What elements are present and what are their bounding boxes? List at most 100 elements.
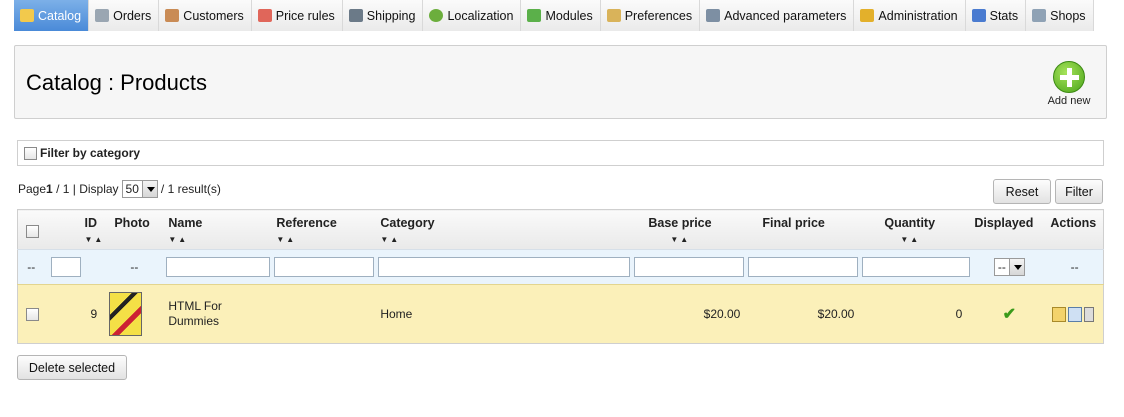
tab-stats[interactable]: Stats [965,0,1027,31]
bar-chart-icon [971,9,986,22]
tab-label: Orders [113,8,152,23]
row-category: Home [376,284,633,344]
tab-price-rules[interactable]: Price rules [251,0,343,31]
tab-label: Shipping [366,8,416,23]
tab-shipping[interactable]: Shipping [342,0,424,31]
row-quantity: 0 [860,284,973,344]
person-icon [165,9,180,22]
col-name[interactable]: Name ▼▲ [164,209,273,250]
row-checkbox[interactable] [26,308,39,322]
row-name: HTML For Dummies [164,284,273,344]
tab-label: Administration [878,8,958,23]
row-reference [272,284,377,344]
tab-modules[interactable]: Modules [521,0,601,31]
col-final-price[interactable]: Final price [746,209,861,250]
col-base-price[interactable]: Base price ▼▲ [632,209,747,250]
actions-filter-dash: -- [1046,249,1104,285]
row-final-price: $20.00 [746,284,861,344]
sort-arrows-icon[interactable]: ▼▲ [276,235,376,245]
display-value: 50 [125,182,139,196]
duplicate-icon[interactable] [1068,306,1083,322]
display-select[interactable]: 50 [121,180,158,198]
col-base-price-label: Base price [648,216,712,230]
base-price-filter-input[interactable] [634,257,745,277]
sort-arrows-icon[interactable]: ▼▲ [648,235,746,245]
edit-icon[interactable] [1052,306,1067,322]
add-new-button[interactable]: Add new [1044,61,1094,107]
sort-arrows-icon[interactable]: ▼▲ [884,235,972,245]
col-name-label: Name [168,216,203,230]
col-actions-label: Actions [1050,216,1097,230]
globe-icon [429,9,444,22]
page-title: Catalog : Products [26,70,207,95]
page-number: 1 [46,182,53,196]
displayed-filter-value: -- [997,260,1006,274]
quantity-filter-input[interactable] [862,257,971,277]
reset-button[interactable]: Reset [993,179,1051,204]
tab-preferences[interactable]: Preferences [600,0,701,31]
tab-administration[interactable]: Administration [854,0,966,31]
add-icon [1053,61,1085,93]
delete-selected-button[interactable]: Delete selected [17,355,127,380]
tab-customers[interactable]: Customers [159,0,252,31]
sort-arrows-icon[interactable]: ▼▲ [168,235,272,245]
col-id[interactable]: ID ▼▲ [44,209,105,250]
page-total: / 1 | Display [56,182,119,196]
filter-by-category-checkbox[interactable] [24,146,37,160]
tab-shops[interactable]: Shops [1026,0,1094,31]
displayed-filter-select[interactable]: -- [993,258,1025,276]
reference-filter-input[interactable] [274,257,375,277]
col-displayed-label: Displayed [974,216,1034,230]
page-label: Page [18,182,47,196]
tab-localization[interactable]: Localization [423,0,522,31]
filter-by-category-label: Filter by category [40,146,141,160]
final-price-filter-input[interactable] [748,257,859,277]
tab-label: Stats [989,8,1019,23]
tab-label: Customers [183,8,244,23]
wrench-icon [706,9,721,22]
col-reference-label: Reference [276,216,337,230]
main-tabs: Catalog Orders Customers Price rules Shi… [14,0,1094,31]
page-header: Catalog : Products Add new [14,45,1107,119]
col-category[interactable]: Category ▼▲ [376,209,633,250]
col-id-label: ID [84,216,98,230]
cart-icon [95,9,110,22]
tab-label: Localization [447,8,514,23]
folder-icon [20,9,34,22]
tab-label: Shops [1050,8,1086,23]
product-thumbnail [109,292,143,336]
tab-label: Price rules [275,8,335,23]
row-id: 9 [44,284,105,344]
sort-arrows-icon[interactable]: ▼▲ [380,235,632,245]
name-filter-input[interactable] [166,257,271,277]
select-all-checkbox[interactable] [26,225,39,238]
row-base-price: $20.00 [632,284,747,344]
col-photo: Photo [104,209,165,250]
key-icon [860,9,875,22]
tab-catalog[interactable]: Catalog [14,0,90,31]
filter-dash: -- [17,249,45,285]
sort-arrows-icon[interactable]: ▼▲ [85,235,105,245]
table-header: ID ▼▲ Photo Name ▼▲ Reference ▼▲ Category ▼▲… [17,209,1104,250]
shop-icon [1032,9,1047,22]
checkmark-icon[interactable]: ✔ [1003,306,1016,323]
tab-label: Advanced parameters [724,8,847,23]
puzzle-icon [527,9,542,22]
chevron-down-icon [1008,259,1024,275]
chevron-down-icon [141,181,157,197]
products-table: ID ▼▲ Photo Name ▼▲ Reference ▼▲ Category ▼▲… [17,209,1104,344]
result-count: / 1 result(s) [160,182,221,196]
id-filter-input[interactable] [50,257,81,277]
filter-button[interactable]: Filter [1055,179,1103,204]
tab-advanced-parameters[interactable]: Advanced parameters [700,0,855,31]
tab-label: Preferences [624,8,693,23]
col-quantity[interactable]: Quantity ▼▲ [860,209,973,250]
col-reference[interactable]: Reference ▼▲ [272,209,377,250]
col-actions: Actions [1046,209,1104,250]
tab-orders[interactable]: Orders [89,0,160,31]
table-row[interactable]: 9 HTML For Dummies Home $20.00 $20.00 0 … [17,284,1104,344]
category-filter-input[interactable] [378,257,631,277]
delete-icon[interactable] [1084,306,1095,322]
price-tag-icon [257,9,272,22]
pager: Page 1 / 1 | Display 50 / 1 result(s) [18,180,221,198]
